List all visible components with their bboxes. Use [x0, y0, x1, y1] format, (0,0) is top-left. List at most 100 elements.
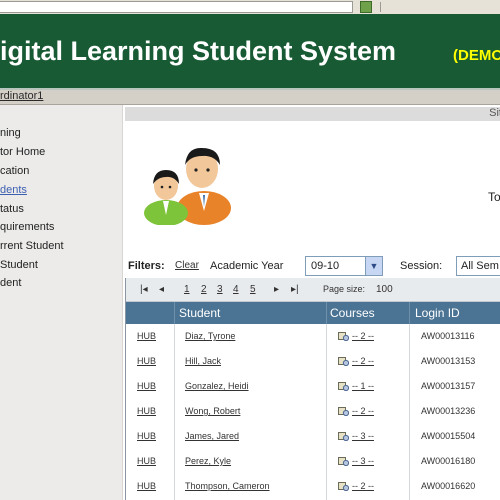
- sidebar-item-location[interactable]: cation: [0, 165, 29, 177]
- sidebar-item-student[interactable]: Student: [0, 259, 38, 271]
- pager: |◂ ◂ 1 2 3 4 5 ▸ ▸| Page size: 100: [126, 278, 500, 302]
- courses-cell: -- 2 --: [338, 481, 374, 491]
- book-icon[interactable]: [338, 481, 349, 491]
- table-row: HUB Wong, Robert -- 2 -- AW00013236: [126, 399, 500, 424]
- login-id: AW00016180: [421, 456, 476, 466]
- session-value: All Sem: [461, 260, 499, 272]
- book-icon[interactable]: [338, 431, 349, 441]
- last-page-button[interactable]: ▸|: [291, 284, 299, 295]
- hub-link[interactable]: HUB: [137, 331, 156, 341]
- book-icon[interactable]: [338, 356, 349, 366]
- academic-year-value: 09-10: [311, 260, 340, 272]
- sidebar-item-dent[interactable]: dent: [0, 277, 21, 289]
- table-row: HUB Thompson, Cameron -- 2 -- AW00016620: [126, 474, 500, 499]
- students-illustration: [142, 145, 237, 226]
- sidebar-item-coordinator-home[interactable]: tor Home: [0, 146, 45, 158]
- address-field[interactable]: [0, 1, 353, 13]
- table-row: HUB Perez, Kyle -- 3 -- AW00016180: [126, 449, 500, 474]
- courses-cell: -- 2 --: [338, 356, 374, 366]
- login-id: AW00015504: [421, 431, 476, 441]
- page-size-label: Page size:: [323, 284, 366, 294]
- section-header: Sit: [125, 107, 500, 121]
- clear-filters-link[interactable]: Clear: [175, 260, 199, 271]
- grid-body: HUB Diaz, Tyrone -- 2 -- AW00013116 HUB Hill,…: [126, 324, 500, 499]
- section-header-text: Sit: [489, 107, 500, 119]
- filters-label: Filters:: [128, 260, 165, 272]
- courses-count-link[interactable]: -- 2 --: [352, 481, 374, 491]
- courses-count-link[interactable]: -- 3 --: [352, 456, 374, 466]
- student-name-link[interactable]: Wong, Robert: [185, 406, 240, 416]
- column-header-login-id[interactable]: Login ID: [415, 306, 460, 320]
- hub-link[interactable]: HUB: [137, 481, 156, 491]
- student-name-link[interactable]: Diaz, Tyrone: [185, 331, 235, 341]
- hub-link[interactable]: HUB: [137, 356, 156, 366]
- row-divider: [326, 324, 327, 500]
- student-name-link[interactable]: James, Jared: [185, 431, 239, 441]
- page-link-3[interactable]: 3: [217, 284, 223, 295]
- hub-link[interactable]: HUB: [137, 456, 156, 466]
- prev-page-button[interactable]: ◂: [159, 284, 164, 295]
- page-link-4[interactable]: 4: [233, 284, 239, 295]
- book-icon[interactable]: [338, 331, 349, 341]
- page-link-5[interactable]: 5: [250, 284, 256, 295]
- courses-count-link[interactable]: -- 2 --: [352, 356, 374, 366]
- session-select[interactable]: All Sem: [456, 256, 500, 276]
- user-link[interactable]: rdinator1: [0, 90, 43, 102]
- student-name-link[interactable]: Thompson, Cameron: [185, 481, 270, 491]
- academic-year-select[interactable]: 09-10 ▼: [305, 256, 383, 276]
- table-row: HUB Hill, Jack -- 2 -- AW00013153: [126, 349, 500, 374]
- column-divider: [174, 302, 175, 324]
- courses-cell: -- 2 --: [338, 331, 374, 341]
- next-page-button[interactable]: ▸: [274, 284, 279, 295]
- courses-count-link[interactable]: -- 2 --: [352, 406, 374, 416]
- filters-bar: Filters: Clear Academic Year 09-10 ▼ Ses…: [128, 256, 500, 276]
- page-size-value[interactable]: 100: [376, 284, 393, 295]
- go-icon[interactable]: [360, 1, 372, 13]
- student-name-link[interactable]: Hill, Jack: [185, 356, 221, 366]
- sidebar-item-students[interactable]: dents: [0, 184, 27, 196]
- login-id: AW00013153: [421, 356, 476, 366]
- page-link-2[interactable]: 2: [201, 284, 207, 295]
- sidebar-item-status[interactable]: tatus: [0, 203, 24, 215]
- book-icon[interactable]: [338, 381, 349, 391]
- first-page-button[interactable]: |◂: [140, 284, 148, 295]
- browser-address-bar: [0, 0, 500, 15]
- column-divider: [409, 302, 410, 324]
- login-id: AW00013157: [421, 381, 476, 391]
- sidebar-item-current-student[interactable]: rrent Student: [0, 240, 64, 252]
- page-link-1[interactable]: 1: [184, 284, 190, 295]
- app-header: igital Learning Student System (DEMO: [0, 14, 500, 90]
- hub-link[interactable]: HUB: [137, 431, 156, 441]
- grid-header: Student Courses Login ID: [126, 302, 500, 324]
- row-divider: [174, 324, 175, 500]
- login-id: AW00016620: [421, 481, 476, 491]
- demo-tag: (DEMO: [453, 47, 500, 64]
- courses-cell: -- 1 --: [338, 381, 374, 391]
- student-name-link[interactable]: Gonzalez, Heidi: [185, 381, 249, 391]
- sidebar: ning tor Home cation dents tatus quireme…: [0, 105, 123, 500]
- toolbar-separator: [380, 2, 381, 12]
- book-icon[interactable]: [338, 456, 349, 466]
- table-row: HUB Gonzalez, Heidi -- 1 -- AW00013157: [126, 374, 500, 399]
- book-icon[interactable]: [338, 406, 349, 416]
- hub-link[interactable]: HUB: [137, 406, 156, 416]
- courses-cell: -- 3 --: [338, 431, 374, 441]
- welcome-text: To: [488, 190, 500, 204]
- row-divider: [409, 324, 410, 500]
- student-name-link[interactable]: Perez, Kyle: [185, 456, 231, 466]
- dropdown-arrow-icon[interactable]: ▼: [365, 257, 382, 275]
- column-header-courses[interactable]: Courses: [330, 306, 375, 320]
- column-header-student[interactable]: Student: [179, 306, 220, 320]
- login-id: AW00013116: [421, 331, 475, 341]
- courses-count-link[interactable]: -- 1 --: [352, 381, 374, 391]
- table-row: HUB James, Jared -- 3 -- AW00015504: [126, 424, 500, 449]
- academic-year-label: Academic Year: [210, 260, 284, 272]
- sidebar-item-requirements[interactable]: quirements: [0, 221, 54, 233]
- sidebar-item-training[interactable]: ning: [0, 127, 21, 139]
- person-green-icon: [144, 170, 188, 226]
- hub-link[interactable]: HUB: [137, 381, 156, 391]
- courses-count-link[interactable]: -- 2 --: [352, 331, 374, 341]
- courses-count-link[interactable]: -- 3 --: [352, 431, 374, 441]
- students-grid: |◂ ◂ 1 2 3 4 5 ▸ ▸| Page size: 100 Stude…: [125, 278, 500, 500]
- courses-cell: -- 3 --: [338, 456, 374, 466]
